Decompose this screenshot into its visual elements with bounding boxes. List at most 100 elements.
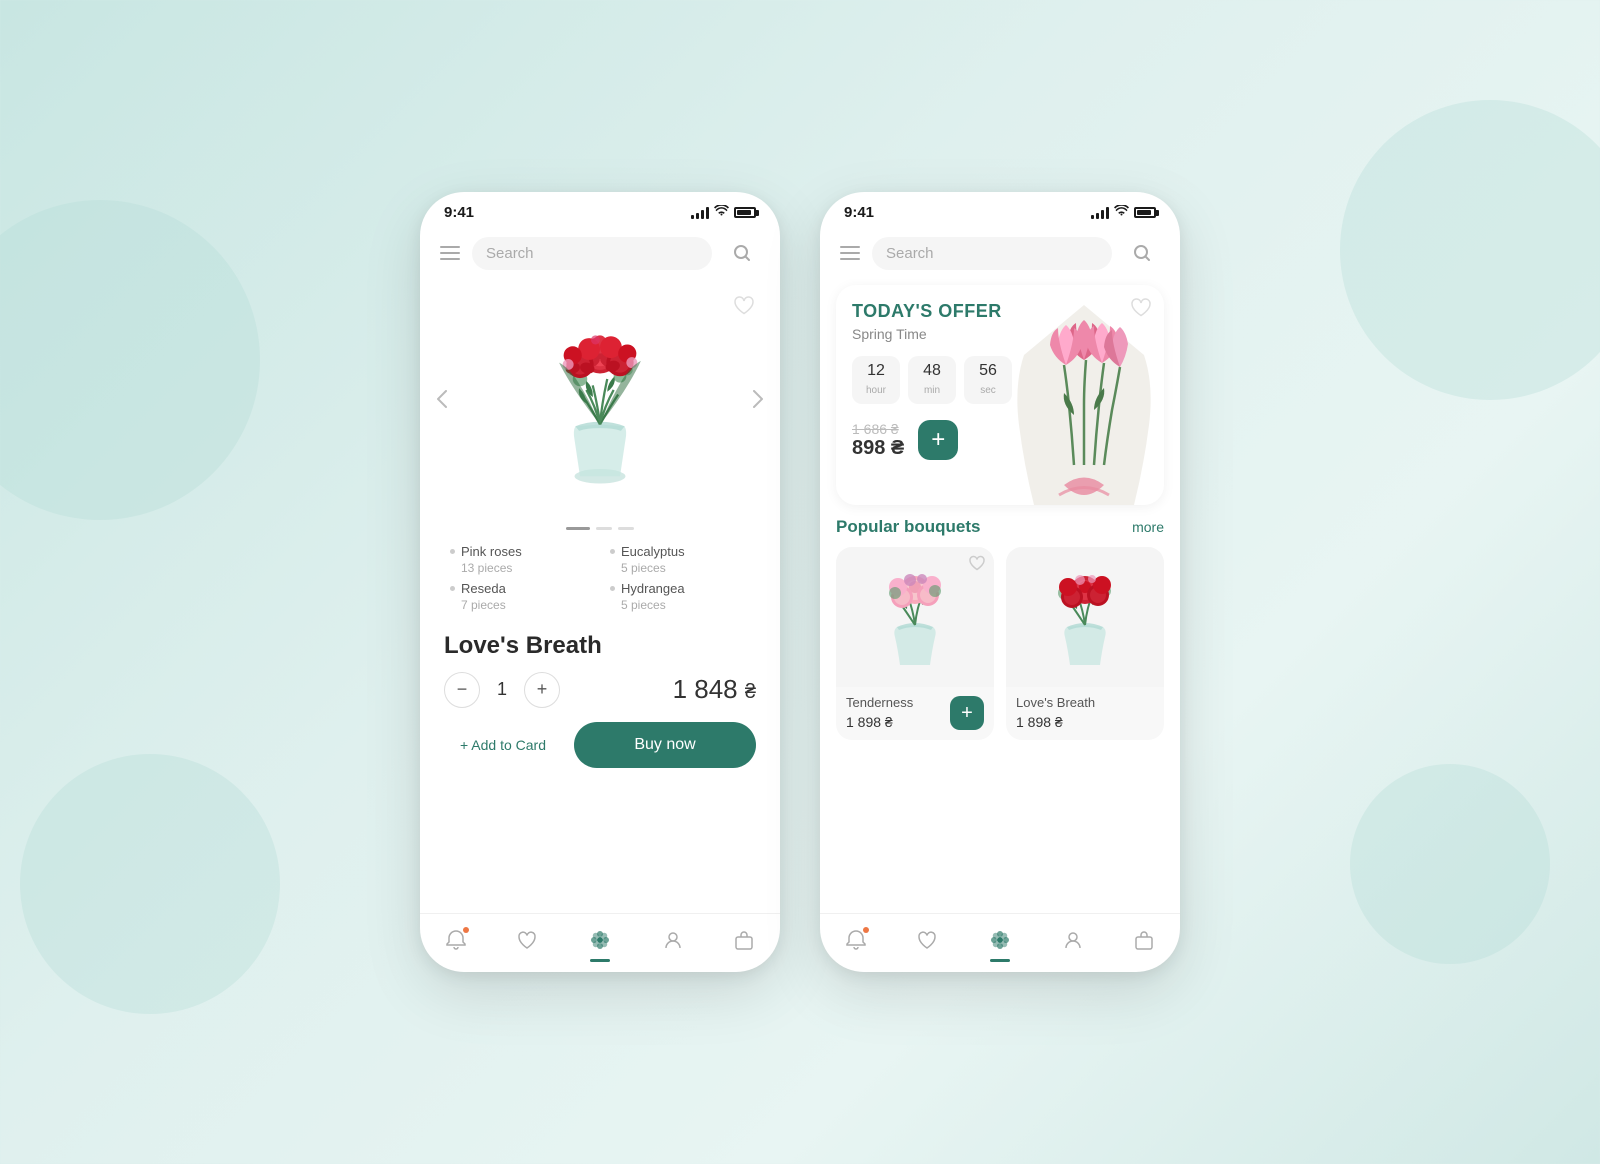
search-input-2[interactable]: Search: [872, 237, 1112, 270]
nav-bag-2[interactable]: [1125, 925, 1163, 955]
battery-icon-2: [1134, 207, 1156, 218]
ingredient-count-2: 5 pieces: [621, 561, 685, 575]
search-input-1[interactable]: Search: [472, 237, 712, 270]
more-button[interactable]: more: [1132, 519, 1164, 535]
bouquet-name-2: Love's Breath: [1016, 695, 1154, 710]
offer-old-price: 1 686 ₴: [852, 421, 904, 437]
countdown-sec: 56 sec: [964, 356, 1012, 404]
status-time-1: 9:41: [444, 204, 474, 221]
bottom-nav-2: [820, 913, 1180, 972]
status-time-2: 9:41: [844, 204, 874, 221]
bouquet-card-2: Love's Breath 1 898 ₴: [1006, 547, 1164, 740]
product-image: [510, 299, 690, 499]
nav-bag-1[interactable]: [725, 925, 763, 955]
price-value: 1 848: [673, 674, 745, 704]
dot-2[interactable]: [596, 527, 612, 530]
countdown-min-value: 48: [918, 362, 946, 380]
ingredient-4: Hydrangea 5 pieces: [610, 581, 750, 612]
offer-add-button[interactable]: +: [918, 420, 958, 460]
menu-icon[interactable]: [440, 246, 460, 260]
search-button-1[interactable]: [724, 235, 760, 271]
offer-price-row: 1 686 ₴ 898 ₴ +: [852, 420, 1148, 460]
phone-1: 9:41: [420, 192, 780, 972]
bg-decoration-1: [0, 200, 260, 520]
offer-subtitle: Spring Time: [852, 326, 1148, 342]
search-placeholder-2: Search: [886, 245, 934, 262]
nav-flower-2[interactable]: [980, 924, 1020, 956]
wifi-icon: [714, 205, 729, 220]
countdown-hour-label: hour: [866, 385, 886, 396]
bg-decoration-2: [20, 754, 280, 1014]
wifi-icon-2: [1114, 205, 1129, 220]
status-bar-1: 9:41: [420, 192, 780, 227]
search-bar-1: Search: [420, 227, 780, 279]
bg-decoration-4: [1350, 764, 1550, 964]
nav-heart-1[interactable]: [508, 925, 546, 955]
phone1-content: Pink roses 13 pieces Eucalyptus 5 pieces…: [420, 279, 780, 913]
status-icons-1: [691, 205, 756, 220]
add-to-card-button[interactable]: + Add to Card: [444, 722, 562, 768]
countdown-hour-value: 12: [862, 362, 890, 380]
product-info: Love's Breath − 1 + 1 848 ₴: [420, 622, 780, 722]
countdown-hour: 12 hour: [852, 356, 900, 404]
search-button-2[interactable]: [1124, 235, 1160, 271]
nav-person-2[interactable]: [1054, 925, 1092, 955]
bg-decoration-3: [1340, 100, 1600, 400]
ingredient-name-1: Pink roses: [461, 544, 522, 561]
ingredient-count-1: 13 pieces: [461, 561, 522, 575]
product-name: Love's Breath: [444, 632, 756, 660]
increase-qty-btn[interactable]: +: [524, 672, 560, 708]
ingredient-3: Reseda 7 pieces: [450, 581, 590, 612]
popular-title: Popular bouquets: [836, 517, 981, 537]
bouquet-add-btn-1[interactable]: +: [950, 696, 984, 730]
bouquet-img-2: [1006, 547, 1164, 687]
signal-icon-2: [1091, 207, 1109, 219]
ingredient-count-4: 5 pieces: [621, 598, 685, 612]
signal-icon: [691, 207, 709, 219]
countdown-sec-value: 56: [974, 362, 1002, 380]
countdown-min: 48 min: [908, 356, 956, 404]
bottom-nav-1: [420, 913, 780, 972]
countdown-min-label: min: [924, 385, 940, 396]
status-icons-2: [1091, 205, 1156, 220]
countdown-row: 12 hour 48 min 56 sec: [852, 356, 1148, 404]
dot-1[interactable]: [566, 527, 590, 530]
prev-image-arrow[interactable]: [428, 385, 456, 413]
ingredients-list: Pink roses 13 pieces Eucalyptus 5 pieces…: [420, 534, 780, 622]
countdown-sec-label: sec: [980, 385, 996, 396]
offer-title: TODAY'S OFFER: [852, 301, 1148, 322]
ingredient-count-3: 7 pieces: [461, 598, 506, 612]
dot-3[interactable]: [618, 527, 634, 530]
search-bar-2: Search: [820, 227, 1180, 279]
quantity-value: 1: [492, 679, 512, 700]
nav-bell-2[interactable]: [837, 925, 875, 955]
todays-offer-card: TODAY'S OFFER Spring Time 12 hour 48 min…: [836, 285, 1164, 505]
bouquet-card-info-2: Love's Breath 1 898 ₴: [1006, 687, 1164, 740]
menu-icon-2[interactable]: [840, 246, 860, 260]
offer-favorite-btn[interactable]: [1130, 297, 1152, 323]
popular-section-header: Popular bouquets more: [820, 517, 1180, 547]
bouquet-heart-1[interactable]: [968, 555, 986, 576]
ingredient-2: Eucalyptus 5 pieces: [610, 544, 750, 575]
next-image-arrow[interactable]: [744, 385, 772, 413]
phone-2: 9:41: [820, 192, 1180, 972]
bouquet-price-2: 1 898 ₴: [1016, 714, 1154, 730]
bouquets-grid: Tenderness 1 898 ₴ +: [820, 547, 1180, 740]
favorite-button-1[interactable]: [728, 289, 760, 321]
ingredient-name-4: Hydrangea: [621, 581, 685, 598]
bouquet-card-1: Tenderness 1 898 ₴ +: [836, 547, 994, 740]
decrease-qty-btn[interactable]: −: [444, 672, 480, 708]
buy-now-button[interactable]: Buy now: [574, 722, 756, 768]
status-bar-2: 9:41: [820, 192, 1180, 227]
nav-person-1[interactable]: [654, 925, 692, 955]
nav-heart-2[interactable]: [908, 925, 946, 955]
search-placeholder-1: Search: [486, 245, 534, 262]
offer-content: TODAY'S OFFER Spring Time 12 hour 48 min…: [852, 301, 1148, 491]
carousel-dots: [420, 519, 780, 534]
offer-new-price: 898 ₴: [852, 437, 904, 460]
battery-icon: [734, 207, 756, 218]
nav-bell-1[interactable]: [437, 925, 475, 955]
ingredient-name-2: Eucalyptus: [621, 544, 685, 561]
nav-flower-1[interactable]: [580, 924, 620, 956]
ingredient-name-3: Reseda: [461, 581, 506, 598]
